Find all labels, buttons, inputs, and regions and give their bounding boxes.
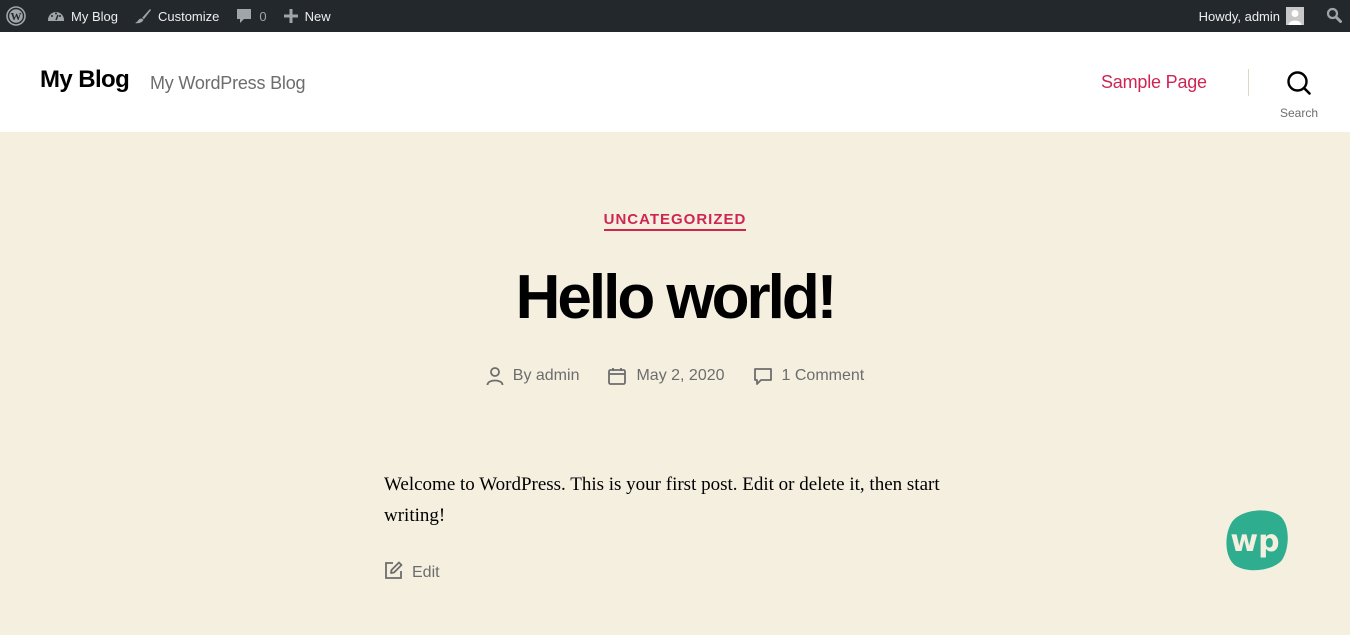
- plus-icon: [283, 8, 299, 24]
- post-meta: By admin May 2, 2020 1 Comment: [0, 366, 1350, 386]
- paintbrush-icon: [134, 7, 152, 25]
- edit-label: Edit: [412, 564, 440, 581]
- comments-button[interactable]: 0: [227, 0, 274, 32]
- wordpress-logo-icon: W: [6, 6, 26, 26]
- search-icon: [1286, 70, 1312, 101]
- header-divider: [1248, 69, 1249, 96]
- edit-icon: [384, 561, 403, 585]
- author-link[interactable]: By admin: [513, 367, 580, 385]
- admin-bar: W My Blog Customize 0 New Howdy, admin: [0, 0, 1350, 32]
- calendar-icon: [607, 366, 627, 386]
- category-link[interactable]: UNCATEGORIZED: [603, 211, 747, 231]
- date-link[interactable]: May 2, 2020: [636, 367, 724, 385]
- post-title: Hello world!: [515, 263, 838, 332]
- edit-post-link[interactable]: Edit: [384, 561, 440, 585]
- wp-badge-text: wp: [1230, 524, 1279, 559]
- wordpress-menu-button[interactable]: W: [0, 0, 39, 32]
- nav-item-sample-page[interactable]: Sample Page: [1101, 72, 1207, 93]
- new-label: New: [304, 8, 331, 24]
- search-icon: [1326, 7, 1342, 26]
- search-toggle-label: Search: [1279, 106, 1319, 120]
- comments-link[interactable]: 1 Comment: [782, 367, 865, 385]
- new-content-button[interactable]: New: [275, 0, 339, 32]
- post-author: By admin: [486, 366, 580, 386]
- site-description: My WordPress Blog: [150, 73, 306, 93]
- site-name-button[interactable]: My Blog: [39, 0, 126, 32]
- site-header: My Blog My WordPress Blog Sample Page Se…: [0, 32, 1350, 132]
- site-title-link[interactable]: My Blog: [40, 66, 130, 94]
- comment-icon: [753, 366, 773, 386]
- wp-badge-logo[interactable]: wp: [1222, 508, 1290, 574]
- customize-button[interactable]: Customize: [126, 0, 227, 32]
- post-categories: UNCATEGORIZED: [0, 211, 1350, 231]
- post-comments: 1 Comment: [753, 366, 865, 386]
- admin-bar-left: W My Blog Customize 0 New: [0, 0, 339, 32]
- post-date: May 2, 2020: [607, 366, 725, 386]
- greeting-label: Howdy, admin: [1198, 8, 1280, 24]
- post-content: Welcome to WordPress. This is your first…: [384, 474, 940, 526]
- comment-bubble-icon: [235, 7, 253, 25]
- customize-label: Customize: [157, 8, 220, 24]
- my-account-button[interactable]: Howdy, admin: [1191, 0, 1312, 32]
- user-icon: [486, 366, 504, 386]
- admin-bar-right: Howdy, admin: [1191, 0, 1350, 32]
- svg-text:W: W: [11, 11, 22, 23]
- search-toggle-button[interactable]: Search: [1274, 70, 1324, 120]
- comments-count: 0: [259, 8, 267, 24]
- site-name-label: My Blog: [71, 8, 118, 24]
- user-avatar-icon: [1286, 7, 1304, 25]
- admin-search-button[interactable]: [1312, 0, 1350, 32]
- dashboard-gauge-icon: [47, 8, 65, 24]
